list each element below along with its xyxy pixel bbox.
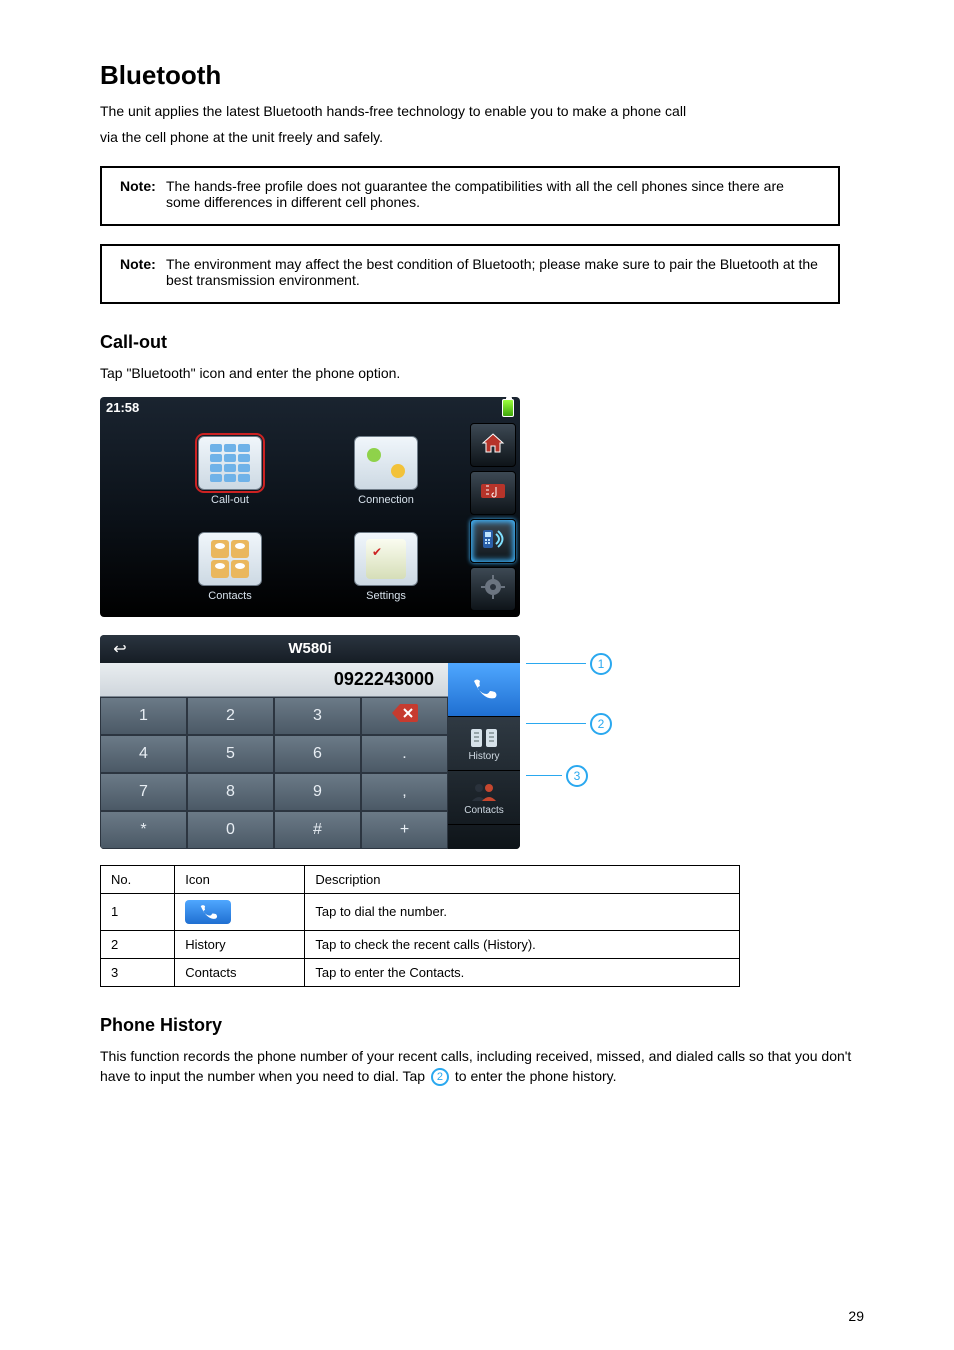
history-button[interactable]: History	[448, 717, 520, 771]
backspace-icon	[392, 704, 418, 727]
battery-icon	[502, 399, 514, 417]
number-entry-field[interactable]: 0922243000	[100, 663, 448, 697]
keypad-icon	[210, 444, 250, 482]
status-bar: 21:58	[100, 397, 520, 419]
note-label: Note:	[120, 256, 166, 288]
key-5[interactable]: 5	[187, 735, 274, 773]
back-button[interactable]: ↩	[100, 635, 140, 663]
figure-bluetooth-menu: 21:58 Call-out Connection Contacts	[100, 397, 874, 617]
dial-keypad: 1 2 3 4 5 6 . 7 8 9 , *	[100, 697, 448, 849]
table-header-row: No. Icon Description	[101, 865, 740, 893]
callout-bubble-2: 2	[590, 713, 612, 735]
key-9[interactable]: 9	[274, 773, 361, 811]
key-dot[interactable]: .	[361, 735, 448, 773]
key-8[interactable]: 8	[187, 773, 274, 811]
dialer-title: W580i	[140, 640, 480, 657]
settings-check-icon	[366, 539, 406, 579]
col-desc: Description	[305, 865, 740, 893]
cell-icon: History	[175, 930, 305, 958]
history-book-icon	[469, 725, 499, 751]
section-heading-history: Phone History	[100, 1015, 874, 1036]
col-icon: Icon	[175, 865, 305, 893]
tile-contacts[interactable]: Contacts	[198, 532, 262, 602]
media-icon	[480, 481, 506, 504]
settings-gear-icon	[481, 575, 505, 602]
tile-settings[interactable]: Settings	[354, 532, 418, 602]
note-body: The hands-free profile does not guarante…	[166, 178, 820, 210]
tile-label: Settings	[366, 590, 406, 602]
table-row: 3 Contacts Tap to enter the Contacts.	[101, 958, 740, 986]
side-bluetooth-phone-button[interactable]	[470, 519, 516, 563]
history-label: History	[468, 751, 499, 762]
key-1[interactable]: 1	[100, 697, 187, 735]
cell-desc: Tap to check the recent calls (History).	[305, 930, 740, 958]
cell-no: 1	[101, 893, 175, 930]
side-media-button[interactable]	[470, 471, 516, 515]
tile-label: Call-out	[211, 494, 249, 506]
table-row: 2 History Tap to check the recent calls …	[101, 930, 740, 958]
section-sub-callout: Tap "Bluetooth" icon and enter the phone…	[100, 363, 874, 383]
cell-no: 3	[101, 958, 175, 986]
tile-label: Contacts	[208, 590, 251, 602]
side-home-button[interactable]	[470, 423, 516, 467]
key-hash[interactable]: #	[274, 811, 361, 849]
note-label: Note:	[120, 178, 166, 210]
home-icon	[481, 432, 505, 457]
cell-icon	[175, 893, 305, 930]
note-body: The environment may affect the best cond…	[166, 256, 820, 288]
side-settings-button[interactable]	[470, 567, 516, 611]
back-arrow-icon: ↩	[113, 639, 126, 659]
contacts-grid-icon	[211, 540, 249, 578]
key-2[interactable]: 2	[187, 697, 274, 735]
cell-desc: Tap to dial the number.	[305, 893, 740, 930]
call-icon-chip	[185, 900, 231, 924]
callout-bubble-1: 1	[590, 653, 612, 675]
section-heading-callout: Call-out	[100, 332, 874, 353]
table-row: 1 Tap to dial the number.	[101, 893, 740, 930]
key-3[interactable]: 3	[274, 697, 361, 735]
inline-callout-bubble: 2	[431, 1068, 449, 1086]
device-frame-dialer: ↩ W580i 0922243000 1 2 3 4 5	[100, 635, 520, 849]
clock-text: 21:58	[106, 400, 139, 415]
key-6[interactable]: 6	[274, 735, 361, 773]
phone-handset-icon	[469, 676, 499, 702]
key-4[interactable]: 4	[100, 735, 187, 773]
contacts-people-icon	[469, 779, 499, 805]
key-comma[interactable]: ,	[361, 773, 448, 811]
col-no: No.	[101, 865, 175, 893]
history-paragraph: This function records the phone number o…	[100, 1046, 874, 1087]
intro-line-1: The unit applies the latest Bluetooth ha…	[100, 101, 874, 121]
connection-arrows-icon	[365, 446, 407, 480]
key-star[interactable]: *	[100, 811, 187, 849]
note-box-2: Note: The environment may affect the bes…	[100, 244, 840, 304]
page-number: 29	[848, 1308, 864, 1324]
key-plus[interactable]: +	[361, 811, 448, 849]
note-box-1: Note: The hands-free profile does not gu…	[100, 166, 840, 226]
tile-call-out[interactable]: Call-out	[198, 436, 262, 506]
intro-line-2: via the cell phone at the unit freely an…	[100, 127, 874, 147]
tile-connection[interactable]: Connection	[354, 436, 418, 506]
cell-icon: Contacts	[175, 958, 305, 986]
key-0[interactable]: 0	[187, 811, 274, 849]
page-title: Bluetooth	[100, 60, 874, 91]
tile-label: Connection	[358, 494, 414, 506]
device-frame-menu: 21:58 Call-out Connection Contacts	[100, 397, 520, 617]
cell-no: 2	[101, 930, 175, 958]
figure-dialer: ↩ W580i 0922243000 1 2 3 4 5	[100, 635, 874, 849]
callout-bubble-3: 3	[566, 765, 588, 787]
bluetooth-phone-icon	[480, 528, 506, 553]
key-7[interactable]: 7	[100, 773, 187, 811]
contacts-label: Contacts	[464, 805, 503, 816]
contacts-button[interactable]: Contacts	[448, 771, 520, 825]
key-backspace[interactable]	[361, 697, 448, 735]
icon-legend-table: No. Icon Description 1 Tap to dial the n…	[100, 865, 740, 987]
call-button[interactable]	[448, 663, 520, 717]
cell-desc: Tap to enter the Contacts.	[305, 958, 740, 986]
